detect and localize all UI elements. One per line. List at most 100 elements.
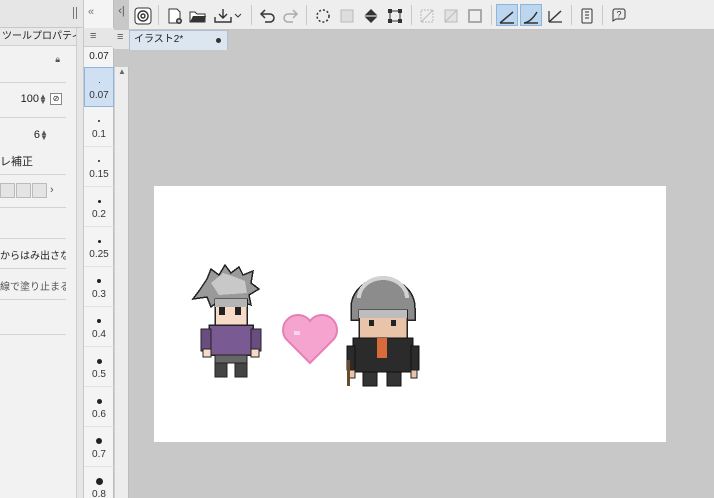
clear-outside-icon: [444, 9, 458, 23]
new-file-button[interactable]: [164, 4, 186, 26]
brush-size-item[interactable]: 0.4: [84, 307, 114, 347]
brush-size-dot-icon: [96, 358, 102, 364]
document-menu-button[interactable]: ≡: [114, 30, 129, 49]
command-bar: ?: [129, 0, 714, 30]
transform-button[interactable]: [384, 4, 406, 26]
fill-icon: [364, 9, 378, 23]
reference-button-3[interactable]: [32, 183, 47, 198]
level-spin-icon[interactable]: ▲ ▼: [40, 129, 48, 141]
brush-size-label: 0.07: [89, 90, 109, 101]
transform-icon: [388, 9, 402, 23]
undo-button[interactable]: [256, 4, 278, 26]
open-file-icon: [189, 11, 206, 23]
brush-size-dot-icon: [96, 438, 102, 444]
opacity-value[interactable]: 100: [21, 93, 39, 105]
chevron-right-icon[interactable]: ›: [50, 184, 54, 196]
snap-special-ruler-button[interactable]: [520, 4, 542, 26]
panel-collapse-icon[interactable]: ‹|: [114, 5, 129, 23]
current-size-value: 0.07: [89, 51, 109, 62]
panel-grip-icon[interactable]: [73, 7, 77, 19]
menu-icon: ≡: [117, 31, 124, 43]
collapse-left-icon[interactable]: «: [88, 6, 94, 18]
brush-size-item[interactable]: 0.2: [84, 187, 114, 227]
snap-grid-button[interactable]: [544, 4, 566, 26]
size-panel-header: ≡: [84, 28, 114, 47]
menu-icon[interactable]: ≡: [90, 30, 96, 42]
undo-icon: [259, 9, 275, 23]
scroll-up-icon[interactable]: ▲: [118, 67, 126, 76]
help-icon: ?: [612, 8, 626, 22]
brush-size-dot-icon: [98, 81, 100, 83]
special-ruler-snap-icon: [523, 11, 538, 24]
brush-size-panel: « ≡ 0.07 0.07 0.1 0.15 0.2 0.25 0.3 0.4 0.5 0.6 0…: [84, 0, 114, 498]
lock-icon[interactable]: 🔒︎: [55, 54, 60, 64]
reference-button-1[interactable]: [0, 183, 15, 198]
brush-size-dot-icon: [98, 120, 100, 122]
clear-button[interactable]: [416, 4, 438, 26]
snap-ruler-button[interactable]: [496, 4, 518, 26]
brush-size-item[interactable]: 0.5: [84, 347, 114, 387]
brush-size-dot-icon: [97, 239, 101, 243]
brush-size-dot-icon: [96, 398, 102, 404]
brush-size-dot-icon: [97, 319, 101, 323]
svg-text:?: ?: [616, 10, 621, 20]
brush-size-label: 0.7: [92, 449, 106, 460]
brush-size-item[interactable]: 0.25: [84, 227, 114, 267]
brush-size-label: 0.6: [92, 409, 106, 420]
reference-button-2[interactable]: [16, 183, 31, 198]
brush-size-dot-icon: [97, 199, 101, 203]
brush-size-dot-icon: [95, 477, 103, 485]
fill-stop-label[interactable]: 線で塗り止まる: [0, 282, 66, 293]
app-logo-icon: [134, 7, 152, 25]
redo-icon: [283, 9, 299, 23]
reference-buttons-row: ›: [0, 183, 66, 198]
clear-outside-button[interactable]: [440, 4, 462, 26]
brush-size-label: 0.3: [92, 289, 106, 300]
correction-label: レ補正: [0, 156, 33, 168]
brush-size-dot-icon: [97, 279, 101, 283]
canvas-sheet[interactable]: [154, 186, 666, 442]
deselect-button[interactable]: [312, 4, 334, 26]
save-export-button[interactable]: [210, 4, 246, 26]
brush-size-label: 0.8: [92, 489, 106, 498]
document-tab[interactable]: イラスト2*: [129, 30, 228, 50]
brush-size-item[interactable]: 0.1: [84, 107, 114, 147]
brush-size-item[interactable]: 0.6: [84, 387, 114, 427]
redo-button[interactable]: [280, 4, 302, 26]
tool-property-panel: ツールプロパティ[x1] 🔒︎ 100▲▼ ⊘ 6▲▼ レ補正 › からはみ出さ…: [0, 0, 83, 498]
tool-property-title: ツールプロパティ[x1]: [0, 28, 76, 46]
brush-size-item[interactable]: 0.07: [84, 67, 114, 107]
pixel-character-right: [346, 276, 420, 387]
size-list-scrollbar[interactable]: ▲: [114, 67, 129, 498]
brush-size-label: 0.2: [92, 209, 106, 220]
opacity-toggle-button[interactable]: ⊘: [50, 93, 62, 106]
document-tab-bar: イラスト2*: [129, 30, 714, 50]
brush-size-item[interactable]: 0.7: [84, 427, 114, 467]
help-button[interactable]: ?: [608, 4, 630, 26]
brush-size-label: 0.15: [89, 169, 109, 180]
no-overflow-label[interactable]: からはみ出さない: [0, 251, 66, 262]
app-logo-button[interactable]: [132, 4, 154, 26]
brush-size-label: 0.1: [92, 129, 106, 140]
grid-snap-icon: [548, 10, 562, 23]
selection-border-button[interactable]: [464, 4, 486, 26]
select-all-button[interactable]: [336, 4, 358, 26]
brush-size-item[interactable]: 0.15: [84, 147, 114, 187]
brush-size-item[interactable]: 0.3: [84, 267, 114, 307]
pixel-character-left: [191, 263, 262, 378]
canvas-workspace[interactable]: [129, 50, 714, 498]
property-scrollbar[interactable]: [76, 28, 83, 498]
brush-size-item[interactable]: 0.8: [84, 467, 114, 498]
brush-size-label: 0.4: [92, 329, 106, 340]
ruler-snap-icon: [499, 11, 514, 24]
selection-border-icon: [468, 9, 482, 23]
opacity-spin-icon[interactable]: ▲ ▼: [39, 93, 47, 105]
opacity-row: 100▲ ▼ ⊘: [0, 93, 66, 106]
fill-button[interactable]: [360, 4, 382, 26]
open-file-button[interactable]: [187, 4, 209, 26]
unsaved-dot-icon: [216, 38, 221, 43]
brush-size-label: 0.5: [92, 369, 106, 380]
brush-size-label: 0.25: [89, 249, 109, 260]
document-tab-title: イラスト2*: [134, 34, 184, 45]
device-button[interactable]: [576, 4, 598, 26]
